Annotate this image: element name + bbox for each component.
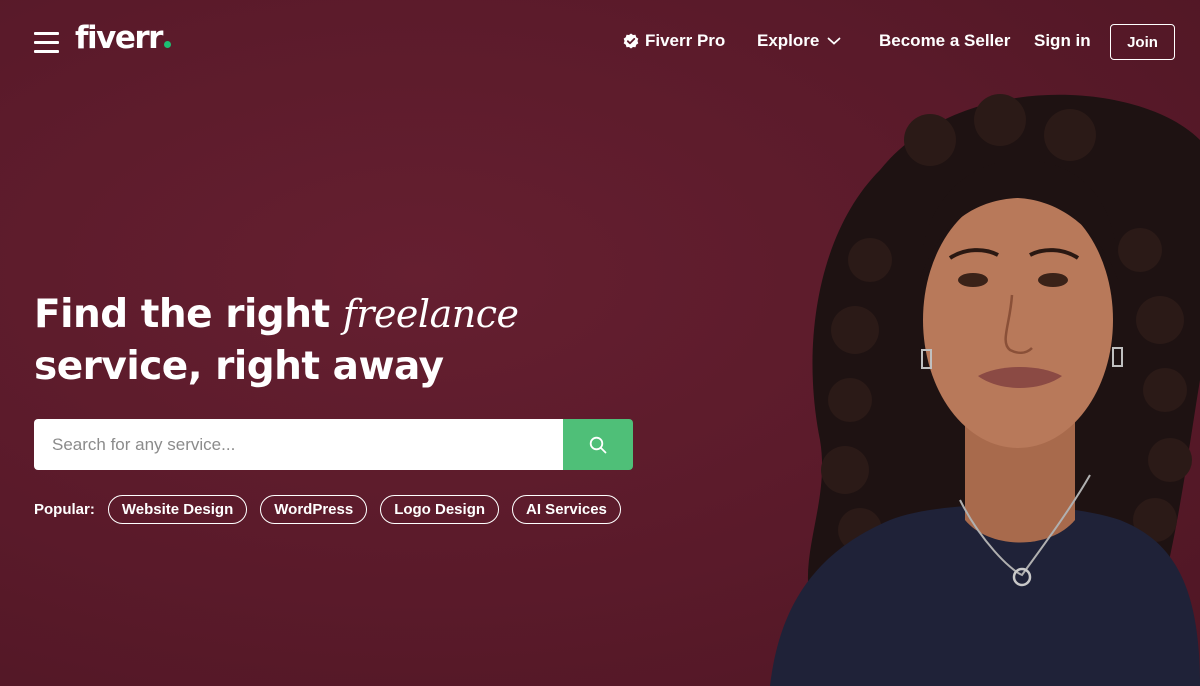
- popular-tag[interactable]: Website Design: [107, 495, 248, 524]
- nav-explore[interactable]: Explore: [757, 31, 841, 51]
- hero-headline: Find the right freelance service, right …: [34, 288, 554, 393]
- search-input[interactable]: [34, 419, 563, 470]
- nav-fiverr-pro-label: Fiverr Pro: [645, 31, 726, 50]
- service-search-bar: [34, 419, 633, 470]
- popular-tag[interactable]: AI Services: [512, 495, 621, 524]
- fiverr-logo[interactable]: fiverr: [75, 20, 171, 56]
- search-button[interactable]: [563, 419, 633, 470]
- join-button[interactable]: Join: [1110, 24, 1175, 60]
- popular-searches: Popular: Website Design WordPress Logo D…: [34, 495, 621, 524]
- nav-become-seller[interactable]: Become a Seller: [879, 31, 1010, 51]
- chevron-down-icon: [827, 37, 841, 45]
- popular-tag[interactable]: Logo Design: [380, 495, 500, 524]
- logo-green-dot: [163, 41, 171, 48]
- hamburger-menu-icon[interactable]: [34, 32, 59, 54]
- headline-italic: freelance: [342, 292, 519, 336]
- nav-sign-in[interactable]: Sign in: [1034, 31, 1091, 51]
- popular-tag[interactable]: WordPress: [260, 495, 368, 524]
- headline-part2: service, right away: [34, 344, 444, 389]
- nav-explore-label: Explore: [757, 31, 820, 50]
- verified-badge-icon: [623, 33, 639, 49]
- headline-part1: Find the right: [34, 292, 343, 337]
- popular-label: Popular:: [34, 501, 95, 518]
- hero-portrait-image: [770, 94, 1200, 686]
- nav-fiverr-pro[interactable]: Fiverr Pro: [623, 31, 725, 51]
- top-navigation: fiverr Fiverr Pro Explore Become a Selle…: [0, 0, 1200, 84]
- search-icon: [589, 436, 607, 453]
